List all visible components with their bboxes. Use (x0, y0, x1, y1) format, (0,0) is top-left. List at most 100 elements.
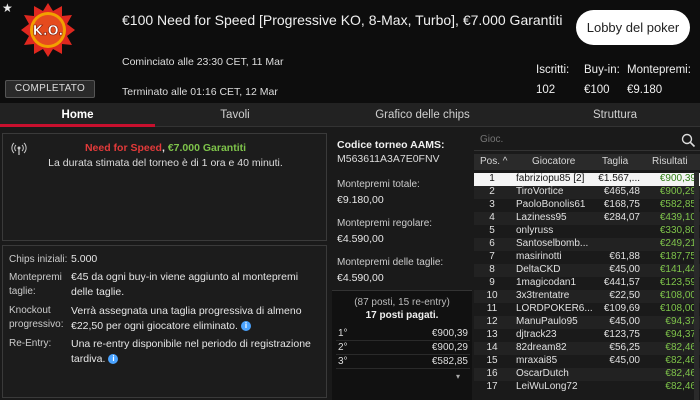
result-cell: €108,00 (659, 303, 696, 314)
regular-prize-value: €4.590,00 (337, 233, 384, 245)
payout-rank: 2° (338, 342, 348, 353)
player-name-cell: 82dream82 (516, 342, 567, 353)
aams-code-title: Codice torneo AAMS: (337, 139, 445, 151)
table-row[interactable]: 2 TiroVortice €465,48 €900,29 (474, 186, 700, 199)
bounty-cell: €45,00 (609, 316, 640, 327)
pos-cell: 2 (489, 186, 495, 197)
pos-cell: 4 (489, 212, 495, 223)
table-row[interactable]: 14 82dream82 €56,25 €82,46 (474, 342, 700, 355)
pos-cell: 10 (486, 290, 498, 301)
prize-label: Montepremi: (627, 64, 691, 76)
player-name-cell: TiroVortice (516, 186, 564, 197)
bounty-cell: €441,57 (603, 277, 640, 288)
tab-tables[interactable]: Tavoli (155, 103, 315, 127)
bounty-cell: €109,69 (603, 303, 640, 314)
result-cell: €82,46 (665, 342, 696, 353)
player-name-cell: LORDPOKER6... (516, 303, 593, 314)
svg-text:K.O.: K.O. (33, 24, 64, 39)
result-cell: €900,39 (659, 173, 696, 184)
table-row[interactable]: 15 mraxai85 €45,00 €82,46 (474, 355, 700, 368)
tournament-header: ★ K.O. COMPLETATO €100 Need for Speed [P… (0, 0, 700, 103)
result-cell: €141,44 (659, 264, 696, 275)
payout-row: 3° €582,85 (336, 356, 470, 369)
table-row[interactable]: 6 Santoselbomb... €249,21 (474, 238, 700, 251)
bounty-cell: €123,75 (603, 329, 640, 340)
player-name-cell: djtrack23 (516, 329, 557, 340)
tab-structure[interactable]: Struttura (530, 103, 700, 127)
start-time: Cominciato alle 23:30 CET, 11 Mar (122, 56, 284, 68)
table-row[interactable]: 10 3x3trentatre €22,50 €108,00 (474, 290, 700, 303)
payout-amount: €582,85 (431, 356, 468, 367)
promo-guarantee: €7.000 Garantiti (167, 142, 247, 154)
search-icon[interactable] (681, 133, 696, 148)
active-tab-indicator (0, 124, 155, 127)
scrollbar[interactable] (694, 172, 699, 400)
table-row[interactable]: 8 DeltaCKD €45,00 €141,44 (474, 264, 700, 277)
player-name-cell: OscarDutch (516, 368, 569, 379)
bounty-cell: €284,07 (603, 212, 640, 223)
col-player[interactable]: Giocatore (532, 156, 575, 167)
payout-rank: 1° (338, 328, 348, 339)
table-row[interactable]: 13 djtrack23 €123,75 €94,37 (474, 329, 700, 342)
pos-cell: 14 (486, 342, 498, 353)
player-name-cell: Laziness95 (516, 212, 567, 223)
table-row[interactable]: 16 OscarDutch €82,46 (474, 368, 700, 381)
chevron-down-icon[interactable]: ▾ (456, 372, 460, 381)
rule-text-chips: 5.000 (71, 253, 98, 265)
bounty-prize-label: Montepremi delle taglie: (337, 257, 444, 268)
info-icon[interactable]: i (108, 354, 119, 365)
pos-cell: 3 (489, 199, 495, 210)
bounty-cell: €1.567,... (598, 173, 640, 184)
player-name-cell: 1magicodan1 (516, 277, 577, 288)
end-time: Terminato alle 01:16 CET, 12 Mar (122, 86, 278, 98)
table-row[interactable]: 11 LORDPOKER6... €109,69 €108,00 (474, 303, 700, 316)
regular-prize-label: Montepremi regolare: (337, 218, 433, 229)
table-row[interactable]: 3 PaoloBonolis61 €168,75 €582,85 (474, 199, 700, 212)
rule-text-bounty-pool: €45 da ogni buy-in viene aggiunto al mon… (71, 271, 299, 298)
payout-amount: €900,39 (431, 328, 468, 339)
favorite-star-icon[interactable]: ★ (2, 1, 13, 15)
bounty-cell: €45,00 (609, 355, 640, 366)
result-cell: €94,37 (665, 329, 696, 340)
player-name-cell: DeltaCKD (516, 264, 561, 275)
bounty-cell: €45,00 (609, 264, 640, 275)
table-row[interactable]: 4 Laziness95 €284,07 €439,10 (474, 212, 700, 225)
result-cell: €94,37 (665, 316, 696, 327)
status-badge: COMPLETATO (5, 80, 95, 98)
table-row[interactable]: 12 ManuPaulo95 €45,00 €94,37 (474, 316, 700, 329)
rule-text-pko: Verrà assegnata una taglia progressiva d… (71, 304, 321, 334)
table-row[interactable]: 5 onlyruss €330,80 (474, 225, 700, 238)
player-name-cell: mraxai85 (516, 355, 558, 366)
total-prize-label: Montepremi totale: (337, 179, 420, 190)
col-bounty[interactable]: Taglia (602, 156, 628, 167)
col-result[interactable]: Risultati (652, 156, 688, 167)
tab-chip-graph[interactable]: Grafico delle chips (315, 103, 530, 127)
player-search-input[interactable] (480, 134, 660, 145)
rule-label-bounty-pool: Montepremi taglie: (9, 272, 62, 297)
player-name-cell: ManuPaulo95 (516, 316, 578, 327)
payout-box: (87 posti, 15 re-entry) 17 posti pagati.… (332, 290, 472, 400)
rule-text-pko-content: Verrà assegnata una taglia progressiva d… (71, 305, 302, 332)
player-name-cell: 3x3trentatre (516, 290, 570, 301)
player-name-cell: PaoloBonolis61 (516, 199, 586, 210)
table-row[interactable]: 7 masirinotti €61,88 €187,75 (474, 251, 700, 264)
bounty-cell: €168,75 (603, 199, 640, 210)
rule-label-chips: Chips iniziali: (9, 254, 68, 265)
aams-code: M563611A3A7E0FNV (337, 153, 440, 165)
promo-info-box: Need for Speed, €7.000 Garantiti La dura… (2, 133, 327, 241)
info-icon[interactable]: i (240, 321, 251, 332)
duration-text: La durata stimata del torneo è di 1 ora … (48, 157, 283, 169)
ko-badge-icon: K.O. (21, 3, 75, 57)
table-row[interactable]: 9 1magicodan1 €441,57 €123,59 (474, 277, 700, 290)
col-pos[interactable]: Pos. ^ (480, 156, 508, 167)
player-search (474, 131, 700, 151)
paid-places: 17 posti pagati. (365, 310, 439, 321)
table-row[interactable]: 17 LeiWuLong72 €82,46 (474, 381, 700, 394)
buyin-value: €100 (584, 84, 610, 96)
lobby-button[interactable]: Lobby del poker (576, 10, 690, 45)
rules-box: Chips iniziali: 5.000 Montepremi taglie:… (2, 245, 327, 398)
table-row[interactable]: 1 fabriziopu85 [2] €1.567,... €900,39 (474, 173, 700, 186)
pos-cell: 6 (489, 238, 495, 249)
buyin-label: Buy-in: (584, 64, 620, 76)
result-cell: €82,46 (665, 381, 696, 392)
